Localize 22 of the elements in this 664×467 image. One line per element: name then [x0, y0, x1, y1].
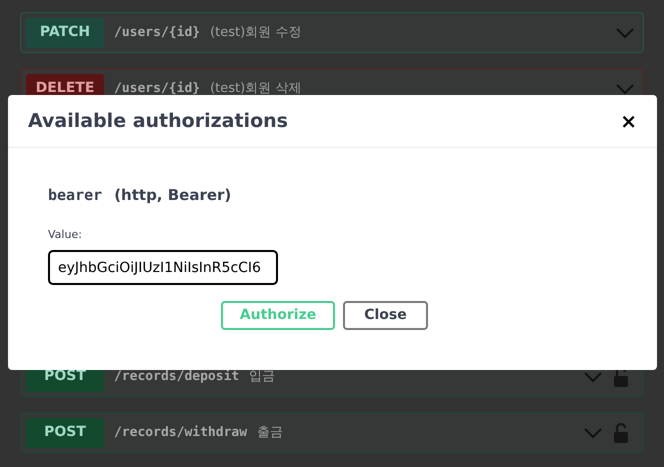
- scheme-name: bearer: [48, 185, 102, 206]
- value-input[interactable]: eyJhbGciOiJIUzI1NiIsInR5cCI6: [48, 250, 278, 285]
- endpoint-summary: 입금: [249, 368, 276, 386]
- operation-row[interactable]: POST /records/withdraw 출금: [20, 412, 644, 453]
- chevron-down-icon[interactable]: [584, 428, 602, 438]
- dialog-title: Available authorizations: [28, 108, 288, 134]
- method-badge: POST: [26, 418, 104, 448]
- endpoint-path: /records/withdraw: [114, 424, 248, 442]
- endpoint-path: /users/{id}: [114, 80, 200, 98]
- method-badge: PATCH: [26, 18, 104, 48]
- value-label: Value:: [48, 226, 83, 242]
- chevron-down-icon[interactable]: [584, 372, 602, 382]
- endpoint-summary: (test)회원 삭제: [210, 80, 302, 98]
- chevron-down-icon[interactable]: [616, 28, 634, 38]
- endpoint-path: /records/deposit: [114, 368, 240, 386]
- scheme-type: (http, Bearer): [114, 185, 232, 206]
- endpoint-summary: (test)회원 수정: [210, 24, 302, 42]
- close-button[interactable]: Close: [343, 301, 428, 330]
- endpoint-path: /users/{id}: [114, 24, 200, 42]
- chevron-down-icon[interactable]: [616, 84, 634, 94]
- endpoint-summary: 출금: [257, 424, 284, 442]
- operation-row[interactable]: PATCH /users/{id} (test)회원 수정: [20, 12, 644, 53]
